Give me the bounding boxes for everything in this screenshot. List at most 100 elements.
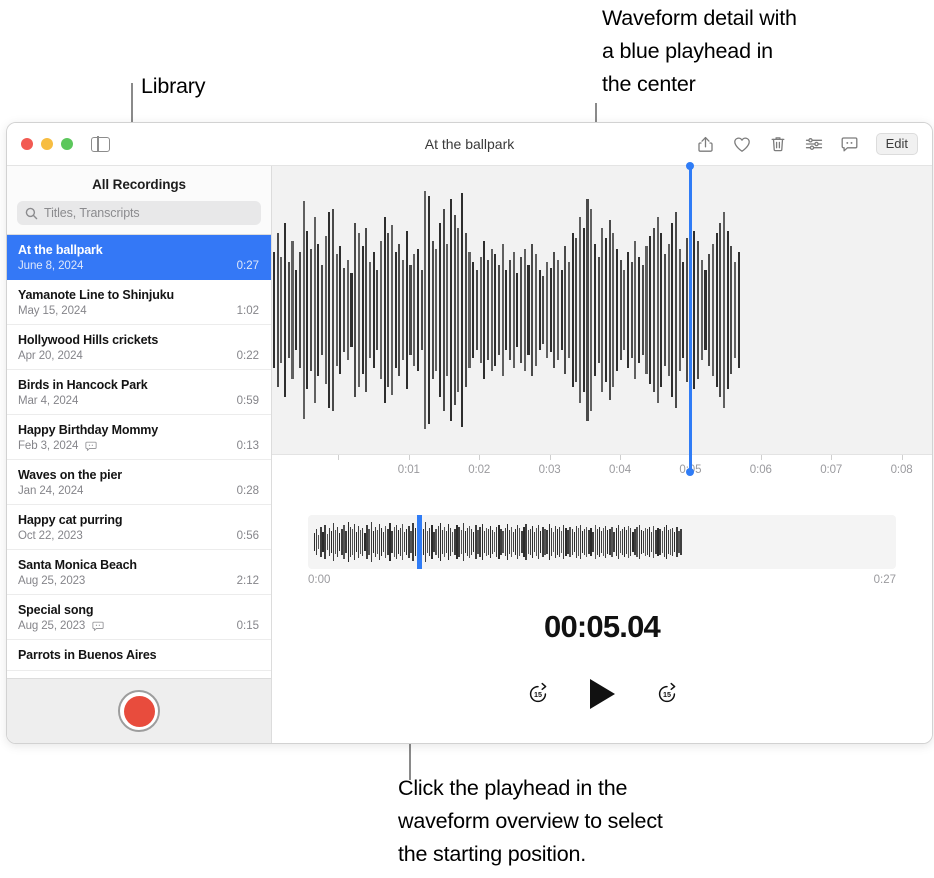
sidebar: All Recordings Titles, Transcripts At th… [7, 166, 272, 743]
zoom-button[interactable] [61, 138, 73, 150]
search-input[interactable]: Titles, Transcripts [17, 201, 261, 225]
recording-row[interactable]: Happy cat purring Oct 22, 2023 0:56 [7, 505, 271, 550]
trash-icon[interactable] [768, 134, 788, 154]
waveform-bar [372, 251, 375, 369]
recording-row[interactable]: Special song Aug 25, 2023 0:15 [7, 595, 271, 640]
waveform-bar [317, 243, 320, 377]
waveform-bar [284, 222, 287, 398]
overview-bar [508, 530, 511, 554]
waveform-bar [516, 272, 519, 348]
detail-pane: 0:010:020:030:040:050:060:070:080:09 0:0… [272, 162, 932, 743]
heart-icon[interactable] [732, 134, 752, 154]
waveform-bar [313, 217, 316, 403]
overview-bar [638, 525, 640, 559]
waveform-bar [619, 259, 622, 361]
ruler-tick-label: 0:02 [468, 464, 491, 476]
overview-bar [680, 529, 682, 555]
recording-row[interactable]: Waves on the pier Jan 24, 2024 0:28 [7, 460, 271, 505]
recording-duration: 0:56 [236, 530, 259, 542]
recording-title: Happy cat purring [18, 513, 123, 527]
overview-bar [357, 526, 360, 558]
overview-bar [634, 529, 636, 555]
sidebar-toggle-icon[interactable] [91, 135, 110, 153]
overview-bar [435, 529, 437, 555]
overview-bar [471, 529, 473, 555]
waveform-playhead[interactable] [686, 162, 695, 476]
waveform-bar [542, 275, 545, 345]
waveform-bar [350, 272, 353, 348]
overview-bar [556, 529, 559, 555]
traffic-lights [7, 138, 73, 150]
overview-bar [485, 528, 487, 556]
overview-bar [584, 529, 586, 555]
waveform-bar [501, 243, 504, 377]
overview-bar [487, 529, 490, 555]
overview-bar [619, 531, 621, 553]
search-icon [25, 207, 38, 220]
waveform-bar [641, 264, 644, 356]
overview-bar [577, 528, 580, 556]
recording-row[interactable]: Happy Birthday Mommy Feb 3, 2024 0:13 [7, 415, 271, 460]
overview-bar [586, 527, 588, 557]
waveform-overview[interactable] [308, 515, 896, 569]
overview-bar [332, 523, 335, 561]
recording-row[interactable]: Birds in Hancock Park Mar 4, 2024 0:59 [7, 370, 271, 415]
overview-bar [462, 523, 464, 561]
overview-bar [334, 530, 337, 554]
waveform-bar [630, 262, 633, 358]
recording-row[interactable]: Santa Monica Beach Aug 25, 2023 2:12 [7, 550, 271, 595]
waveform-bar [391, 225, 394, 395]
edit-button[interactable]: Edit [875, 133, 918, 155]
skip-forward-15-button[interactable]: 15 [655, 682, 679, 706]
recording-title: Birds in Hancock Park [18, 378, 148, 392]
recording-duration: 0:22 [236, 350, 259, 362]
overview-bar [404, 532, 406, 552]
waveform-bar [615, 249, 619, 371]
play-button[interactable] [589, 679, 615, 709]
recording-date: Jan 24, 2024 [18, 485, 84, 497]
waveform-detail[interactable] [272, 166, 932, 454]
waveform-bar [497, 264, 501, 356]
overview-bar [389, 523, 391, 561]
waveform-bar [306, 230, 309, 390]
share-icon[interactable] [696, 134, 716, 154]
overview-bar [676, 527, 678, 557]
overview-bar [651, 532, 653, 552]
waveform-bar [527, 264, 530, 356]
waveform-bar [472, 262, 475, 358]
minimize-button[interactable] [41, 138, 53, 150]
transcript-bubble-icon[interactable] [840, 134, 860, 154]
waveform-bar [660, 233, 663, 387]
overview-bar [625, 530, 628, 554]
waveform-bar [733, 262, 737, 358]
waveform-bar [667, 243, 670, 377]
window-titlebar: At the ballpark Edit [7, 123, 932, 166]
overview-bar [441, 530, 444, 554]
waveform-bar [737, 251, 740, 369]
recording-row[interactable]: Hollywood Hills crickets Apr 20, 2024 0:22 [7, 325, 271, 370]
audio-sliders-icon[interactable] [804, 134, 824, 154]
recordings-list[interactable]: At the ballpark June 8, 2024 0:27 Yamanote … [7, 234, 271, 678]
overview-bar [464, 531, 467, 553]
overview-bar [644, 528, 647, 556]
overview-bar [406, 529, 408, 555]
record-button[interactable] [118, 690, 160, 732]
recording-row[interactable]: Yamanote Line to Shinjuku May 15, 2024 1:0… [7, 280, 271, 325]
waveform-bar [623, 270, 626, 350]
overview-bar [661, 531, 663, 553]
overview-bar [605, 526, 607, 558]
close-button[interactable] [21, 138, 33, 150]
skip-back-15-button[interactable]: 15 [526, 682, 550, 706]
waveform-bar [361, 246, 364, 374]
overview-bar [517, 525, 519, 559]
overview-bar [362, 528, 364, 556]
overview-bar [548, 524, 550, 560]
transport-controls: 15 15 [272, 679, 932, 709]
overview-bar [523, 527, 525, 557]
recording-row[interactable]: Parrots in Buenos Aires [7, 640, 271, 671]
overview-container: 0:00 0:27 [272, 493, 932, 586]
overview-bar [569, 527, 571, 557]
overview-playhead[interactable] [417, 515, 423, 569]
overview-start-time: 0:00 [308, 574, 331, 586]
recording-row[interactable]: At the ballpark June 8, 2024 0:27 [7, 235, 271, 280]
